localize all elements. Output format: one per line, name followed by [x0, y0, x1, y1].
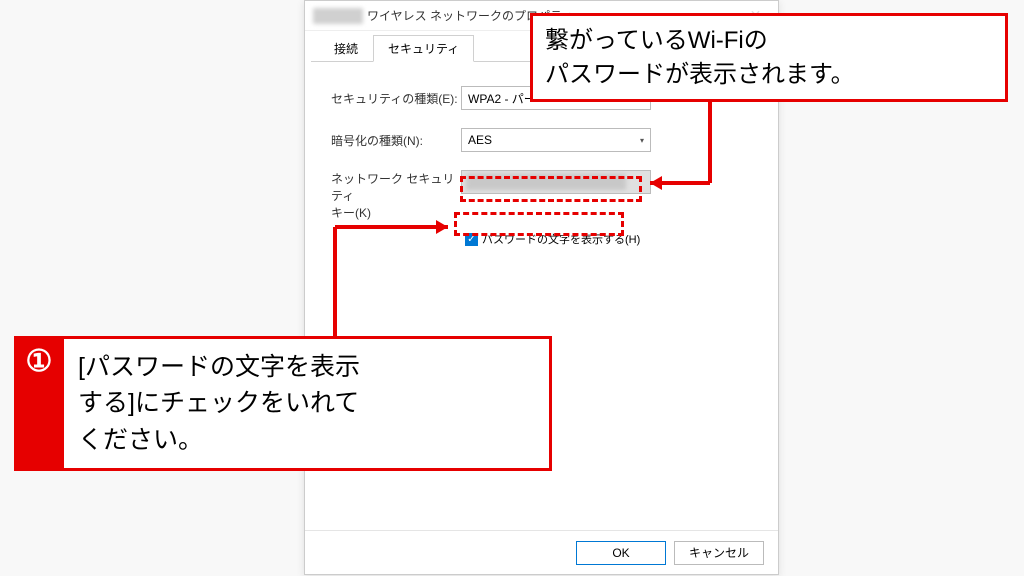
callout-password-shown: 繋がっているWi-Fiの パスワードが表示されます。	[530, 13, 1008, 102]
network-name-redacted	[313, 8, 363, 24]
network-key-label: ネットワーク セキュリティ キー(K)	[331, 170, 461, 221]
chevron-down-icon: ▾	[640, 136, 644, 145]
cancel-button[interactable]: キャンセル	[674, 541, 764, 565]
encryption-type-label: 暗号化の種類(N):	[331, 132, 461, 149]
row-encryption-type: 暗号化の種類(N): AES ▾	[331, 128, 752, 152]
callout-step-1-text: [パスワードの文字を表示 する]にチェックをいれて ください。	[64, 336, 552, 471]
highlight-password-field	[460, 176, 642, 202]
ok-button[interactable]: OK	[576, 541, 666, 565]
encryption-type-value: AES	[468, 133, 492, 147]
tab-security[interactable]: セキュリティ	[373, 35, 474, 62]
tab-connect[interactable]: 接続	[319, 35, 373, 62]
security-type-label: セキュリティの種類(E):	[331, 90, 461, 107]
security-type-value: WPA2 - パー	[468, 90, 536, 107]
step-badge-1: ①	[14, 336, 64, 471]
encryption-type-select[interactable]: AES ▾	[461, 128, 651, 152]
callout-step-1: ① [パスワードの文字を表示 する]にチェックをいれて ください。	[14, 336, 552, 471]
highlight-checkbox	[454, 212, 624, 236]
dialog-button-bar: OK キャンセル	[305, 530, 778, 574]
